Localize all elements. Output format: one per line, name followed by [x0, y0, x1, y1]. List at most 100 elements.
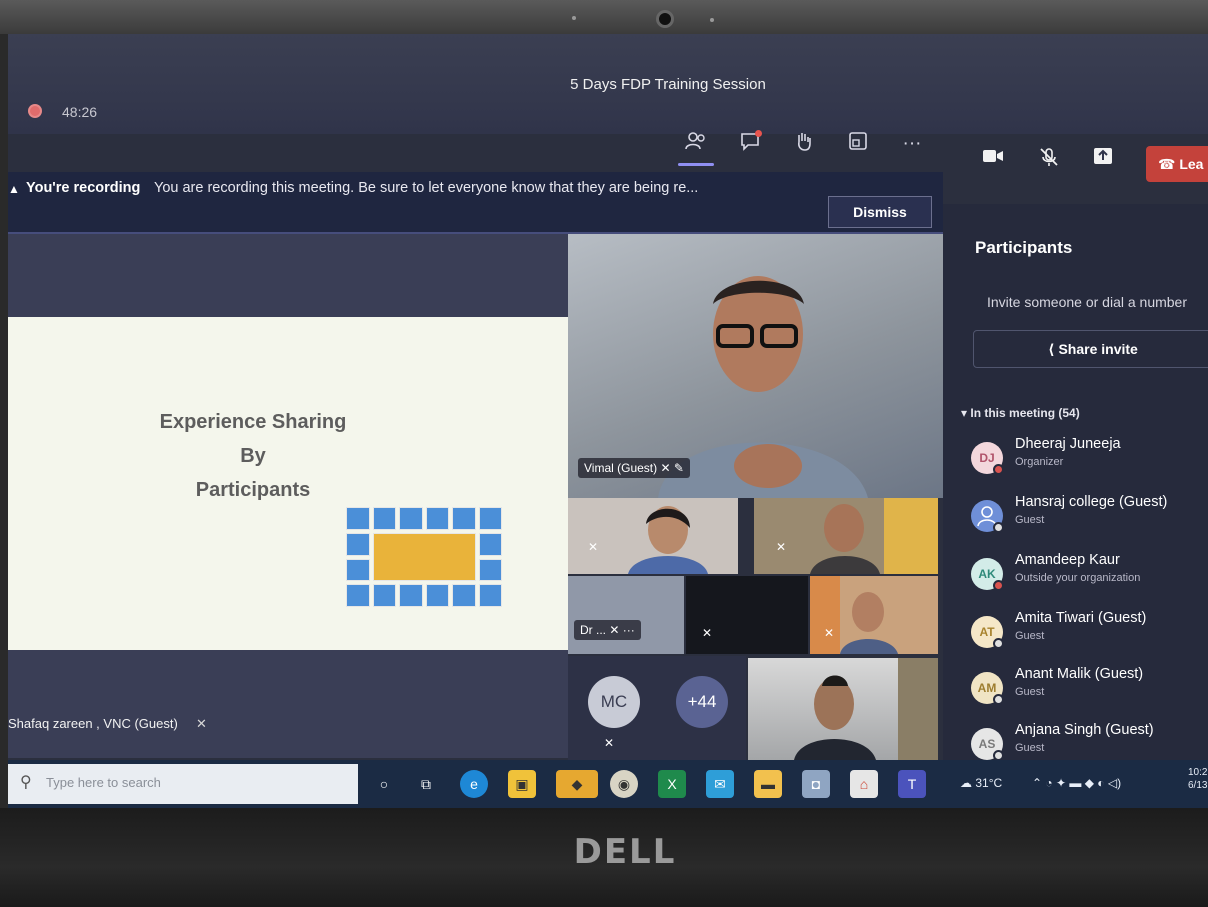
- participant-row[interactable]: AM Anant Malik (Guest) Guest: [971, 666, 1208, 722]
- participant-row[interactable]: DJ Dheeraj Juneeja Organizer: [971, 436, 1208, 492]
- system-tray-icons[interactable]: ⌃ ◔ ✦ ▬ ◆ ◐ ◁): [1032, 776, 1121, 790]
- cortana-icon[interactable]: ○: [370, 770, 398, 798]
- clock-date: 6/13: [1188, 780, 1208, 791]
- panel-title: Participants: [975, 238, 1073, 257]
- in-meeting-section[interactable]: ▾ In this meeting (54): [961, 406, 1080, 420]
- clock[interactable]: 10:2 6/13: [1188, 766, 1208, 792]
- participant-name: Amita Tiwari (Guest): [1015, 610, 1147, 626]
- security-app-icon[interactable]: ◆: [556, 770, 598, 798]
- share-screen-icon[interactable]: [1088, 146, 1118, 172]
- title-bar: 5 Days FDP Training Session 48:26: [8, 34, 1208, 134]
- more-options-icon[interactable]: ···: [898, 130, 926, 158]
- invite-input[interactable]: Invite someone or dial a number: [987, 294, 1187, 310]
- microphone-muted-icon[interactable]: [1034, 146, 1064, 172]
- participants-panel: Participants Invite someone or dial a nu…: [943, 204, 1208, 764]
- temperature: 31°C: [975, 776, 1003, 790]
- share-icon: ⟨: [1048, 341, 1059, 357]
- participant-name: Dheeraj Juneeja: [1015, 436, 1121, 452]
- file-explorer-icon[interactable]: ▬: [754, 770, 782, 798]
- camera-toggle-icon[interactable]: [978, 146, 1008, 172]
- dismiss-button[interactable]: Dismiss: [828, 196, 932, 228]
- chrome-icon[interactable]: ◉: [610, 770, 638, 798]
- mic-muted-icon: ✕: [588, 540, 599, 554]
- presence-status-icon: [993, 580, 1004, 591]
- participant-role: Guest: [1015, 514, 1045, 526]
- avatar-initials: AK: [978, 567, 996, 581]
- video-tile-dr[interactable]: Dr ... ✕ ···: [568, 576, 684, 654]
- presenter-name: Shafaq zareen , VNC (Guest): [8, 716, 178, 731]
- leave-button[interactable]: ☎ Lea: [1146, 146, 1208, 182]
- weather-icon[interactable]: ☁ 31°C: [960, 776, 1002, 790]
- teams-meeting-window: 5 Days FDP Training Session 48:26 ··· ☎ …: [8, 34, 1208, 808]
- avatar-initials: DJ: [979, 451, 995, 465]
- presence-status-icon: [993, 694, 1004, 705]
- banner-message: You are recording this meeting. Be sure …: [154, 180, 699, 196]
- mic-muted-icon: ✕: [776, 540, 787, 554]
- video-tile-vimal[interactable]: Vimal (Guest) ✕ ✎: [568, 234, 943, 498]
- shared-slide: Experience Sharing By Participants: [8, 317, 568, 650]
- participant-video-feed: [810, 576, 898, 654]
- bezel-sensor-dot: [710, 18, 714, 22]
- banner-title: You're recording: [26, 180, 141, 196]
- video-tile-off[interactable]: ✕: [686, 576, 808, 654]
- presence-status-icon: [993, 522, 1004, 533]
- unread-badge: [755, 130, 762, 137]
- mic-muted-icon: ✕: [660, 461, 674, 475]
- video-tile[interactable]: ✕: [810, 576, 938, 654]
- participant-name: Dr ...: [580, 623, 606, 637]
- participant-row[interactable]: AK Amandeep Kaur Outside your organizati…: [971, 552, 1208, 608]
- raise-hand-icon[interactable]: [790, 130, 818, 158]
- brand-logo: DELL: [573, 832, 677, 872]
- people-icon[interactable]: [678, 130, 714, 166]
- avatar: MC: [588, 676, 640, 728]
- participant-name: Amandeep Kaur: [1015, 552, 1120, 568]
- share-invite-label: Share invite: [1058, 341, 1138, 357]
- participant-name: Anjana Singh (Guest): [1015, 722, 1154, 738]
- excel-icon[interactable]: X: [658, 770, 686, 798]
- edge-icon[interactable]: e: [460, 770, 488, 798]
- meeting-timer: 48:26: [62, 104, 98, 120]
- video-tile[interactable]: ✕: [754, 498, 938, 574]
- participant-role: Guest: [1015, 630, 1045, 642]
- slide-line-1: Experience Sharing: [159, 411, 347, 433]
- search-icon: ⚲: [20, 774, 32, 791]
- overflow-tile[interactable]: MC +44 ✕: [568, 656, 746, 760]
- more-participants-count[interactable]: +44: [676, 676, 728, 728]
- teams-icon[interactable]: T: [898, 770, 926, 798]
- mail-icon[interactable]: ✉: [706, 770, 734, 798]
- participant-label: Vimal (Guest) ✕ ✎: [578, 458, 690, 478]
- video-grid-illustration: [346, 507, 502, 607]
- mic-muted-icon: ✕: [196, 716, 207, 731]
- hang-up-icon: ☎: [1158, 156, 1180, 172]
- task-view-icon[interactable]: ⧉: [412, 770, 440, 798]
- participant-row[interactable]: AT Amita Tiwari (Guest) Guest: [971, 610, 1208, 666]
- video-tile[interactable]: ✕: [568, 498, 738, 574]
- mic-muted-icon: ✕: [604, 736, 615, 750]
- mic-muted-icon: ✕: [702, 626, 713, 640]
- avatar-initials: AM: [977, 681, 997, 695]
- camera-icon[interactable]: ◘: [802, 770, 830, 798]
- breakout-rooms-icon[interactable]: [844, 130, 872, 158]
- participant-role: Outside your organization: [1015, 572, 1141, 584]
- participant-role: Guest: [1015, 686, 1045, 698]
- laptop-bezel-top: [0, 0, 1208, 34]
- store-icon[interactable]: ▣: [508, 770, 536, 798]
- webcam: [656, 10, 674, 28]
- more-options-icon[interactable]: ···: [623, 623, 635, 637]
- recording-banner: ▲ You're recording You are recording thi…: [8, 172, 943, 234]
- chat-icon[interactable]: [736, 130, 764, 158]
- participant-video-feed: [794, 658, 938, 760]
- participant-role: Guest: [1015, 742, 1045, 754]
- section-label: In this meeting (54): [970, 406, 1080, 420]
- participant-row[interactable]: Hansraj college (Guest) Guest: [971, 494, 1208, 550]
- pdf-icon[interactable]: ⌂: [850, 770, 878, 798]
- avatar-initials: AS: [978, 737, 996, 751]
- presence-status-icon: [993, 464, 1004, 475]
- participant-name: Vimal (Guest): [584, 461, 658, 475]
- share-invite-button[interactable]: ⟨ Share invite: [973, 330, 1208, 368]
- slide-line-2: By: [240, 445, 266, 467]
- chevron-down-icon: ▾: [961, 406, 971, 420]
- taskbar-search[interactable]: ⚲ Type here to search: [8, 764, 358, 804]
- video-tile[interactable]: [748, 658, 938, 760]
- participant-label: Dr ... ✕ ···: [574, 620, 641, 640]
